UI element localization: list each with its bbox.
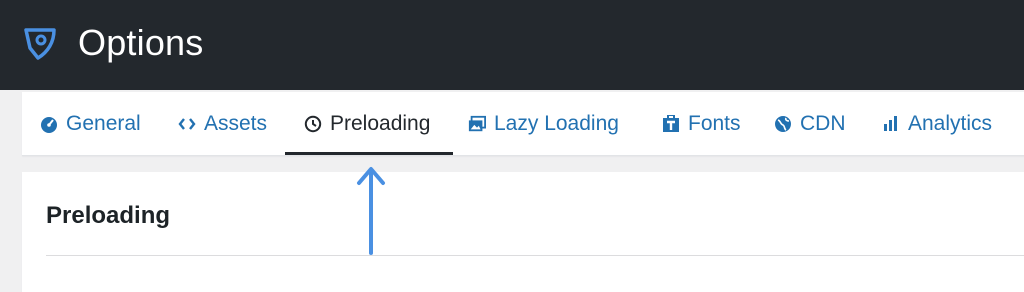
tab-label: Fonts: [688, 111, 741, 135]
tab-fonts[interactable]: Fonts: [662, 92, 741, 155]
top-bar: Options: [0, 0, 1024, 90]
app-title: Options: [78, 22, 204, 63]
tab-assets[interactable]: Assets: [178, 92, 267, 155]
tab-label: Assets: [204, 111, 268, 135]
tab-analytics[interactable]: Analytics: [882, 92, 992, 155]
tab-general[interactable]: General: [40, 92, 141, 155]
clock-icon: [304, 115, 322, 133]
images-icon: [468, 115, 486, 133]
tab-label: Preloading: [330, 111, 431, 135]
tab-preloading[interactable]: Preloading: [304, 92, 430, 155]
section-title: Preloading: [46, 202, 171, 229]
annotation-arrow-icon: [357, 167, 385, 255]
preloading-section: Preloading: [22, 172, 1024, 292]
tab-lazy-loading[interactable]: Lazy Loading: [468, 92, 619, 155]
dashboard-gauge-icon: [40, 115, 58, 133]
bar-chart-icon: [882, 115, 900, 133]
section-divider: [46, 255, 1024, 256]
tab-label: Analytics: [908, 111, 993, 135]
tab-cdn[interactable]: CDN: [774, 92, 846, 155]
active-tab-indicator: [285, 152, 453, 155]
globe-icon: [774, 115, 792, 133]
font-icon: [662, 114, 680, 133]
code-brackets-icon: [178, 115, 196, 133]
tab-label: CDN: [800, 111, 846, 135]
tab-label: General: [66, 111, 141, 135]
tab-bar: General Assets Preloading Lazy Loading F…: [22, 92, 1024, 156]
rocket-badge-icon: [24, 28, 56, 60]
tab-label: Lazy Loading: [494, 111, 619, 135]
